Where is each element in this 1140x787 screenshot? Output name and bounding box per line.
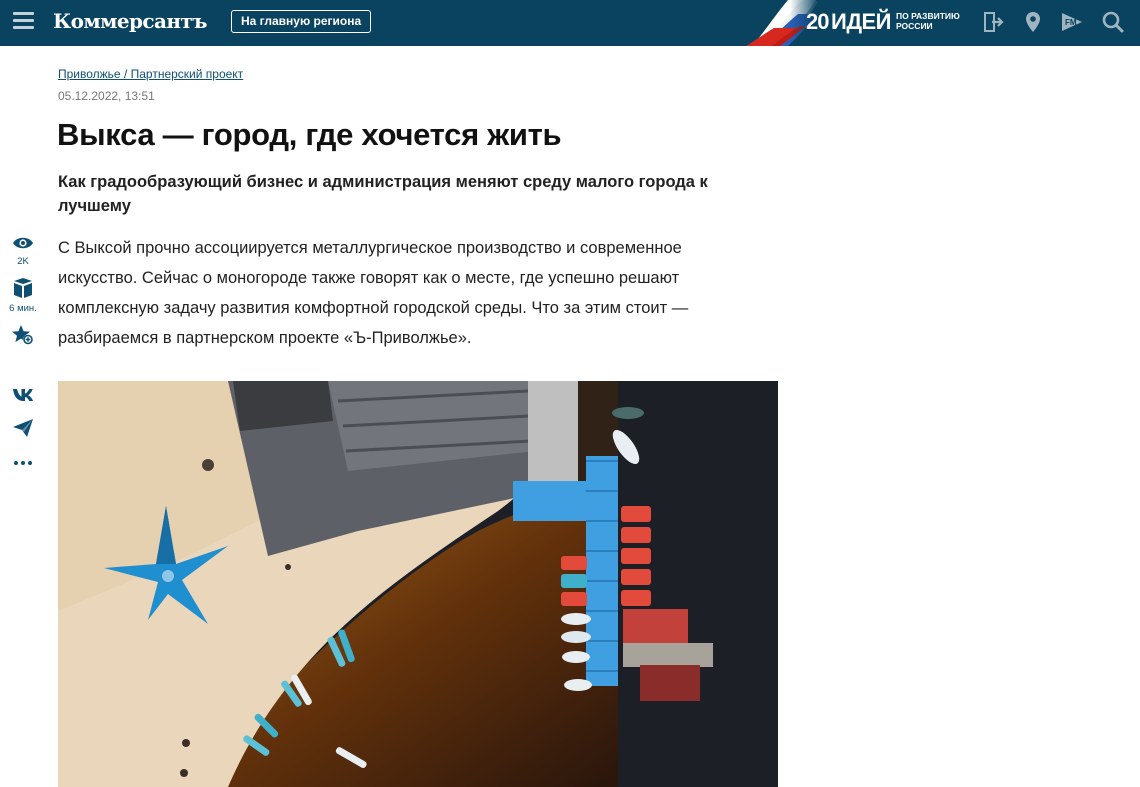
vk-icon [13, 389, 33, 401]
more-icon [14, 461, 32, 465]
views-count: 2K [17, 256, 29, 267]
star-add-icon [12, 325, 33, 345]
radio-fm-icon[interactable]: FM [1059, 9, 1085, 35]
telegram-icon [13, 419, 33, 437]
menu-icon[interactable] [13, 12, 34, 30]
article-lead: С Выксой прочно ассоциируется металлурги… [58, 239, 689, 347]
views-counter: 2K [0, 235, 46, 267]
favorite-button[interactable] [0, 324, 46, 351]
share-vk-button[interactable] [0, 388, 46, 407]
location-pin-icon[interactable] [1020, 9, 1046, 35]
eye-icon [13, 237, 33, 249]
svg-text:FM: FM [1065, 18, 1077, 27]
publish-date: 05.12.2022, 13:51 [58, 89, 155, 103]
promo-number: 20 [806, 9, 830, 34]
article-subtitle: Как градообразующий бизнес и администрац… [58, 173, 708, 215]
promo-banner[interactable]: 20 ИДЕЙ ПО РАЗВИТИЮ РОССИИ [746, 0, 966, 46]
promo-subtitle: ПО РАЗВИТИЮ РОССИИ [896, 11, 960, 31]
aerial-beach-image [58, 381, 778, 787]
book-icon [14, 278, 32, 298]
article-title: Выкса — город, где хочется жить [57, 117, 562, 152]
more-share-button[interactable] [0, 454, 46, 472]
site-logo[interactable]: Коммерсантъ [53, 9, 208, 33]
promo-word: ИДЕЙ [831, 9, 891, 34]
top-header: Коммерсантъ На главную региона 20 ИДЕЙ П… [0, 0, 1140, 46]
search-icon[interactable] [1100, 9, 1126, 35]
share-telegram-button[interactable] [0, 418, 46, 443]
article-photo [58, 381, 778, 787]
login-icon[interactable] [980, 9, 1006, 35]
read-time: 6 мин. [0, 278, 46, 314]
region-home-button[interactable]: На главную региона [231, 10, 372, 33]
breadcrumb[interactable]: Приволжье / Партнерский проект [58, 67, 243, 81]
read-time-label: 6 мин. [9, 303, 37, 314]
